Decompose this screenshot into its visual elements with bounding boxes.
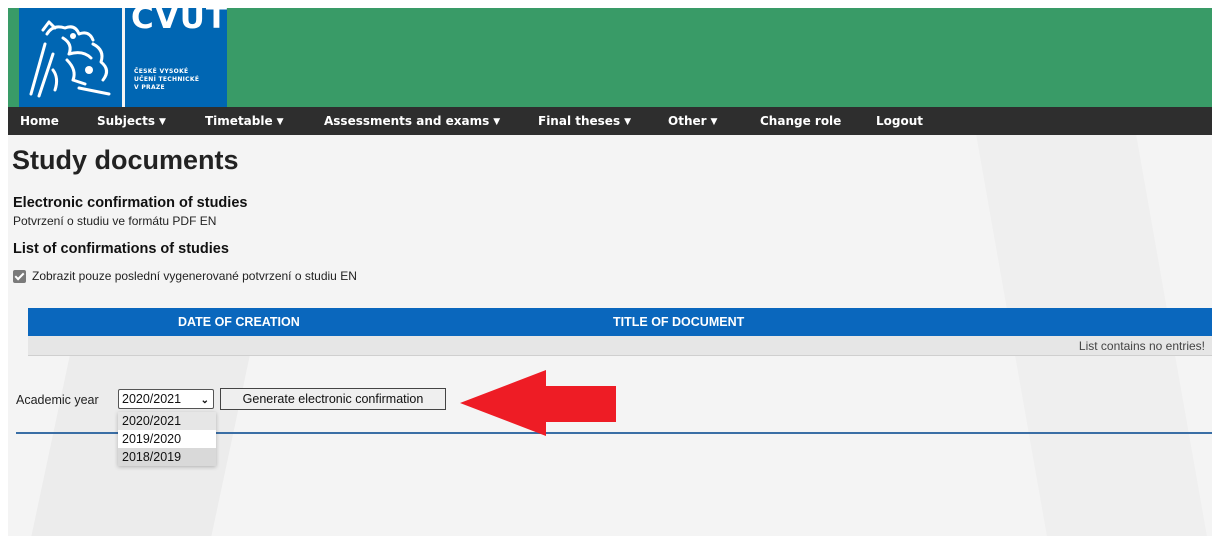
- site-header: CVUT ČESKÉ VYSOKÉ UČENÍ TECHNICKÉ V PRAZ…: [8, 8, 1212, 107]
- table-header: DATE OF CREATION TITLE OF DOCUMENT: [28, 308, 1212, 336]
- latest-only-label: Zobrazit pouze poslední vygenerované pot…: [32, 269, 357, 283]
- logo-subtitle-line3: V PRAZE: [134, 84, 165, 91]
- column-title-of-document[interactable]: TITLE OF DOCUMENT: [613, 308, 744, 336]
- nav-item-subjects[interactable]: Subjects ▼: [97, 107, 166, 135]
- academic-year-select[interactable]: 2020/2021 ⌄: [118, 389, 214, 409]
- nav-item-other[interactable]: Other ▼: [668, 107, 717, 135]
- caret-down-icon: ▼: [159, 117, 166, 127]
- pdf-confirmation-link[interactable]: Potvrzení o studiu ve formátu PDF EN: [13, 214, 216, 228]
- page-frame: CVUT ČESKÉ VYSOKÉ UČENÍ TECHNICKÉ V PRAZ…: [8, 8, 1212, 536]
- logo-subtitle-line1: ČESKÉ VYSOKÉ: [134, 68, 189, 75]
- nav-item-assessments[interactable]: Assessments and exams ▼: [324, 107, 500, 135]
- generate-confirmation-button[interactable]: Generate electronic confirmation: [220, 388, 446, 410]
- column-date-of-creation[interactable]: DATE OF CREATION: [178, 308, 300, 336]
- nav-label: Logout: [876, 114, 924, 128]
- nav-item-home[interactable]: Home: [20, 107, 59, 135]
- year-option[interactable]: 2018/2019: [118, 448, 216, 466]
- confirmations-table: DATE OF CREATION TITLE OF DOCUMENT List …: [28, 308, 1212, 356]
- nav-item-final-theses[interactable]: Final theses ▼: [538, 107, 631, 135]
- latest-only-option: Zobrazit pouze poslední vygenerované pot…: [13, 268, 357, 284]
- nav-label: Subjects: [97, 114, 156, 128]
- caret-down-icon: ▼: [710, 117, 718, 127]
- nav-label: Timetable: [205, 114, 273, 128]
- confirmations-list-heading: List of confirmations of studies: [13, 241, 229, 257]
- nav-label: Home: [20, 114, 59, 128]
- logo-subtitle-line2: UČENÍ TECHNICKÉ: [134, 76, 200, 83]
- red-arrow-annotation-icon: [460, 370, 616, 436]
- year-option[interactable]: 2019/2020: [118, 430, 216, 448]
- lion-emblem-icon: [29, 20, 111, 98]
- electronic-confirmation-heading: Electronic confirmation of studies: [13, 195, 248, 211]
- nav-label: Other: [668, 114, 707, 128]
- main-nav: Home Subjects ▼ Timetable ▼ Assessments an…: [8, 107, 1212, 135]
- page-title: Study documents: [12, 145, 239, 175]
- logo-divider: [122, 8, 125, 107]
- academic-year-label: Academic year: [16, 393, 99, 407]
- selected-year-value: 2020/2021: [122, 392, 182, 406]
- caret-down-icon: ▼: [493, 117, 501, 127]
- academic-year-dropdown: 2020/2021 2019/2020 2018/2019: [118, 412, 216, 466]
- empty-table-message: List contains no entries!: [28, 336, 1212, 356]
- nav-label: Change role: [760, 114, 842, 128]
- nav-label: Final theses: [538, 114, 621, 128]
- caret-down-icon: ▼: [624, 117, 632, 127]
- nav-item-change-role[interactable]: Change role: [760, 107, 841, 135]
- chevron-down-icon: ⌄: [200, 395, 209, 406]
- nav-item-timetable[interactable]: Timetable ▼: [205, 107, 284, 135]
- logo-title: CVUT: [131, 8, 229, 36]
- caret-down-icon: ▼: [276, 117, 284, 127]
- latest-only-checkbox[interactable]: [13, 269, 26, 283]
- nav-item-logout[interactable]: Logout: [876, 107, 923, 135]
- main-content: Study documents Electronic confirmation …: [8, 135, 1212, 536]
- year-option[interactable]: 2020/2021: [118, 412, 216, 430]
- cvut-logo[interactable]: CVUT ČESKÉ VYSOKÉ UČENÍ TECHNICKÉ V PRAZ…: [19, 8, 227, 107]
- nav-label: Assessments and exams: [324, 114, 490, 128]
